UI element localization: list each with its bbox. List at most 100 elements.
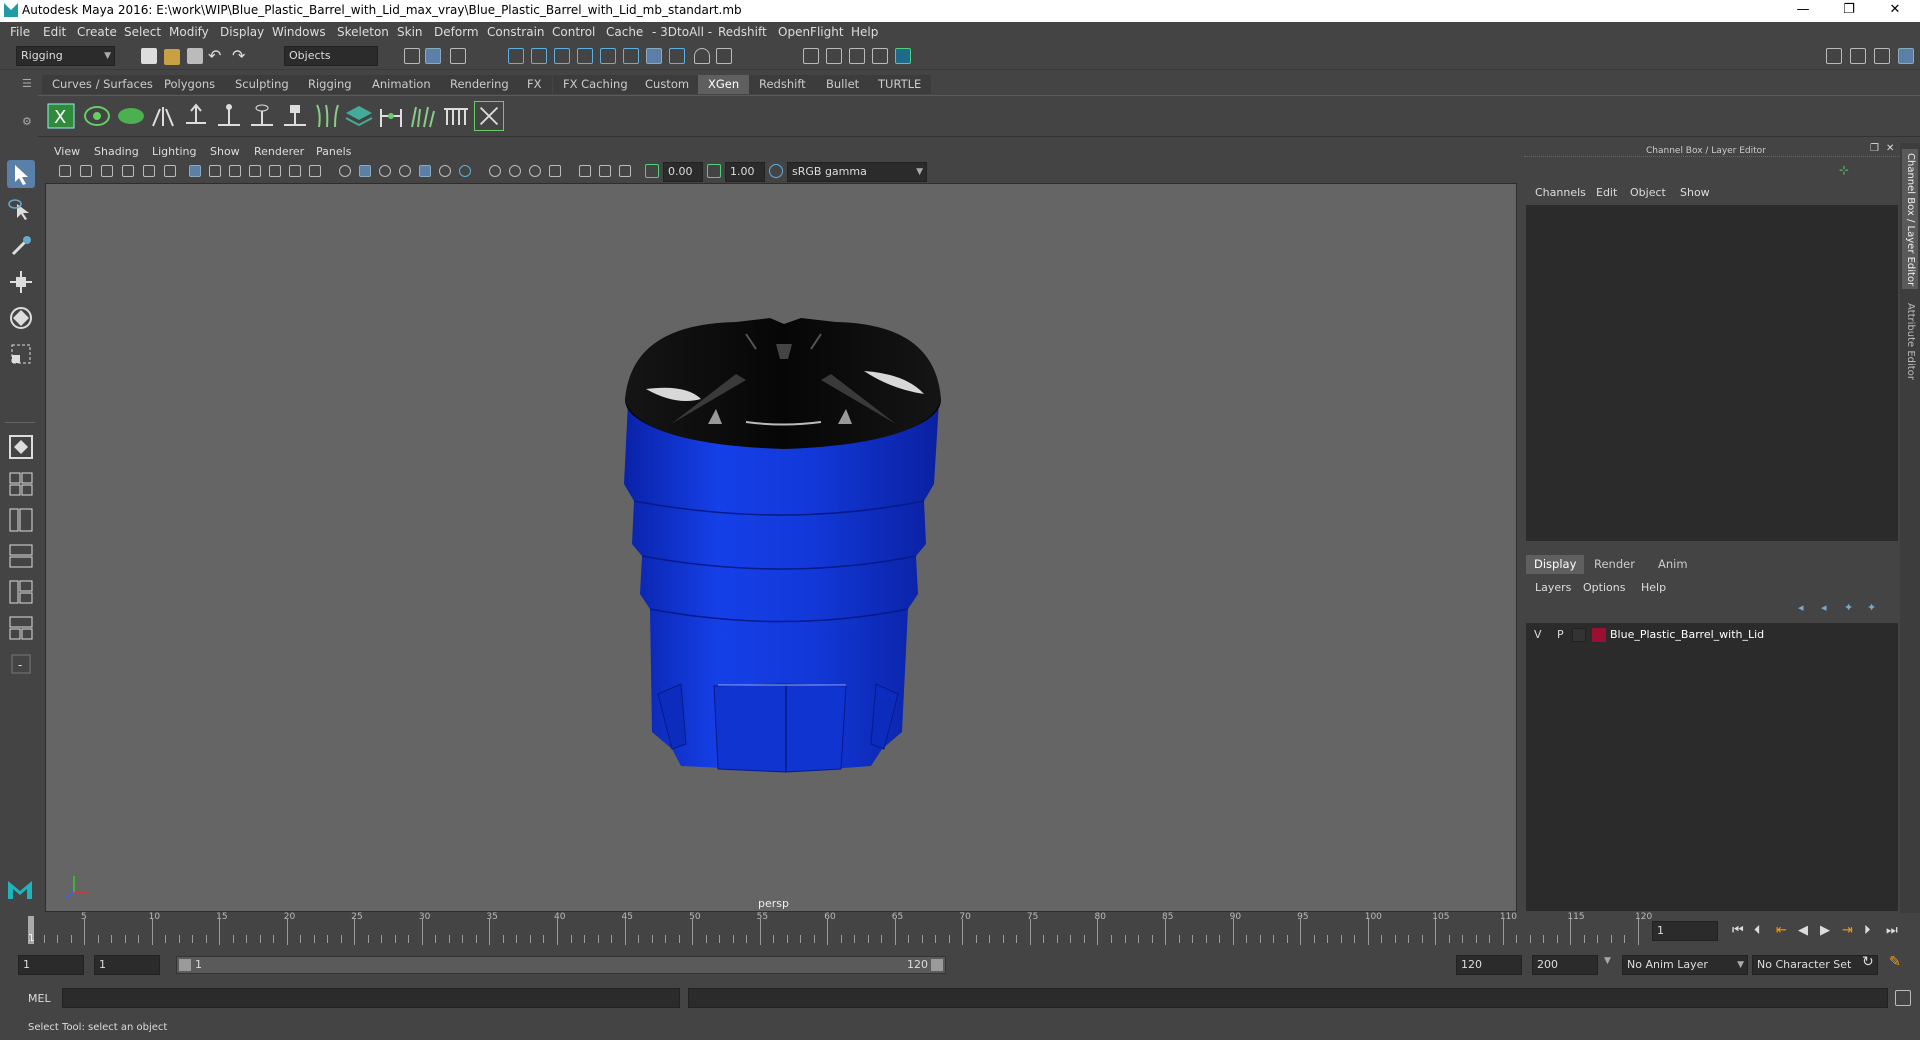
xgen-grass-icon[interactable] xyxy=(408,101,438,131)
perspective-viewport[interactable]: persp xyxy=(45,183,1517,912)
tab-redshift[interactable]: Redshift xyxy=(749,75,816,94)
hypershade-icon[interactable] xyxy=(895,48,911,64)
viewport-menu-renderer[interactable]: Renderer xyxy=(254,145,304,158)
script-editor-icon[interactable] xyxy=(1895,990,1911,1006)
safe-action-icon[interactable] xyxy=(289,165,301,177)
wireframe-icon[interactable] xyxy=(339,165,351,177)
film-gate-icon[interactable] xyxy=(209,165,221,177)
save-scene-icon[interactable] xyxy=(187,48,203,64)
isolate-select-icon[interactable] xyxy=(459,165,471,177)
menu-redshift[interactable]: Redshift xyxy=(718,25,767,39)
range-slider[interactable]: 1 120 xyxy=(176,956,946,974)
layers-options-menu[interactable]: Options xyxy=(1583,581,1625,594)
channels-object-menu[interactable]: Object xyxy=(1630,186,1666,199)
snap-live-icon[interactable] xyxy=(600,48,616,64)
xgen-select-guide-icon[interactable] xyxy=(247,101,277,131)
menu-control[interactable]: Control xyxy=(552,25,595,39)
snap-view-plane-icon[interactable] xyxy=(577,48,593,64)
go-to-start-icon[interactable]: ⏮ xyxy=(1732,923,1744,938)
undo-icon[interactable]: ↶ xyxy=(208,46,221,65)
menu-display[interactable]: Display xyxy=(220,25,264,39)
xgen-description-icon[interactable] xyxy=(116,101,146,131)
xgen-groom-layers-icon[interactable] xyxy=(344,101,374,131)
anti-aliasing-icon[interactable] xyxy=(599,165,611,177)
layers-menu[interactable]: Layers xyxy=(1535,581,1571,594)
menu-deform[interactable]: Deform xyxy=(434,25,479,39)
new-scene-icon[interactable] xyxy=(141,48,157,64)
animation-preferences-icon[interactable]: ✎ xyxy=(1889,954,1901,970)
xgen-comb-icon[interactable] xyxy=(441,101,471,131)
paint-select-tool-icon[interactable] xyxy=(7,232,35,260)
image-plane-icon[interactable] xyxy=(122,165,134,177)
motion-blur-icon[interactable] xyxy=(579,165,591,177)
barrel-model[interactable] xyxy=(46,184,1516,911)
color-space-dropdown[interactable]: sRGB gamma ▼ xyxy=(787,162,927,182)
exposure-icon[interactable] xyxy=(645,164,659,178)
layers-help-menu[interactable]: Help xyxy=(1641,581,1666,594)
bookmark-icon[interactable] xyxy=(101,165,113,177)
safe-title-icon[interactable] xyxy=(309,165,321,177)
xgen-guides-icon[interactable] xyxy=(148,101,178,131)
color-management-icon[interactable] xyxy=(769,164,783,178)
xgen-lock-guide-icon[interactable] xyxy=(280,101,310,131)
play-backward-icon[interactable]: ◀ xyxy=(1798,923,1808,938)
xray-icon[interactable] xyxy=(489,165,501,177)
render-current-frame-icon[interactable] xyxy=(826,48,842,64)
tab-rendering[interactable]: Rendering xyxy=(440,75,519,94)
gamma-field[interactable]: 1.00 xyxy=(725,162,765,182)
make-live-icon[interactable] xyxy=(646,48,662,64)
minimize-button[interactable]: — xyxy=(1780,0,1826,22)
snap-grid-icon[interactable] xyxy=(508,48,524,64)
input-output-icon[interactable] xyxy=(716,48,732,64)
depth-of-field-icon[interactable] xyxy=(619,165,631,177)
xgen-add-guide-icon[interactable] xyxy=(181,101,211,131)
viewport-menu-show[interactable]: Show xyxy=(210,145,240,158)
character-set-dropdown[interactable]: No Character Set xyxy=(1752,955,1878,975)
viewport-menu-lighting[interactable]: Lighting xyxy=(152,145,196,158)
tab-channel-box-vertical[interactable]: Channel Box / Layer Editor xyxy=(1902,149,1918,289)
four-view-layout-icon[interactable] xyxy=(7,470,35,498)
xray-joints-icon[interactable] xyxy=(509,165,521,177)
modeling-toolkit-icon[interactable] xyxy=(1826,48,1842,64)
hypershade-layout-icon[interactable] xyxy=(7,578,35,606)
persp-graph-layout-icon[interactable] xyxy=(7,542,35,570)
menu-create[interactable]: Create xyxy=(77,25,117,39)
xgen-cut-icon[interactable] xyxy=(474,101,504,131)
current-frame-field[interactable]: 1 xyxy=(1652,921,1718,941)
wireframe-on-shaded-icon[interactable] xyxy=(379,165,391,177)
menu-select[interactable]: Select xyxy=(124,25,161,39)
layer-visibility-toggle[interactable]: V xyxy=(1534,628,1542,641)
layer-playback-toggle[interactable]: P xyxy=(1557,628,1564,641)
render-view-icon[interactable] xyxy=(803,48,819,64)
move-layer-up-icon[interactable]: ◂ xyxy=(1798,601,1804,614)
menu-3dtoall[interactable]: - 3DtoAll - xyxy=(652,25,712,39)
select-by-component-icon[interactable] xyxy=(450,48,466,64)
tab-polygons[interactable]: Polygons xyxy=(154,75,226,94)
menu-help[interactable]: Help xyxy=(851,25,878,39)
menu-file[interactable]: File xyxy=(10,25,30,39)
select-by-object-type-icon[interactable] xyxy=(425,48,441,64)
xgen-modifier-icon[interactable] xyxy=(376,101,406,131)
step-forward-icon[interactable]: ⏵ xyxy=(1864,923,1871,938)
tab-rigging[interactable]: Rigging xyxy=(298,75,362,94)
play-forward-icon[interactable]: ▶ xyxy=(1820,923,1830,938)
render-settings-icon[interactable] xyxy=(872,48,888,64)
xgen-hair-icon[interactable] xyxy=(313,101,343,131)
rotate-tool-icon[interactable] xyxy=(7,304,35,332)
redo-icon[interactable]: ↷ xyxy=(232,46,245,65)
channels-edit-menu[interactable]: Edit xyxy=(1596,186,1617,199)
use-all-lights-icon[interactable] xyxy=(419,165,431,177)
move-layer-down-icon[interactable]: ◂ xyxy=(1821,601,1827,614)
grease-pencil-icon[interactable] xyxy=(164,165,176,177)
attribute-editor-toggle-icon[interactable] xyxy=(1850,48,1866,64)
tab-attribute-editor-vertical[interactable]: Attribute Editor xyxy=(1902,299,1918,389)
time-slider[interactable]: 1 5 10 15 20 25 30 35 40 45 50 55 60 65 70 75 80 85 90 95 1… xyxy=(28,912,1652,947)
outliner-persp-layout-icon[interactable] xyxy=(7,614,35,642)
menu-modify[interactable]: Modify xyxy=(169,25,209,39)
lock-icon[interactable] xyxy=(694,48,710,64)
command-language-label[interactable]: MEL xyxy=(28,992,51,1005)
shadows-icon[interactable] xyxy=(439,165,451,177)
tab-display[interactable]: Display xyxy=(1526,555,1585,574)
snap-curve-icon[interactable] xyxy=(531,48,547,64)
menu-constrain[interactable]: Constrain xyxy=(487,25,545,39)
